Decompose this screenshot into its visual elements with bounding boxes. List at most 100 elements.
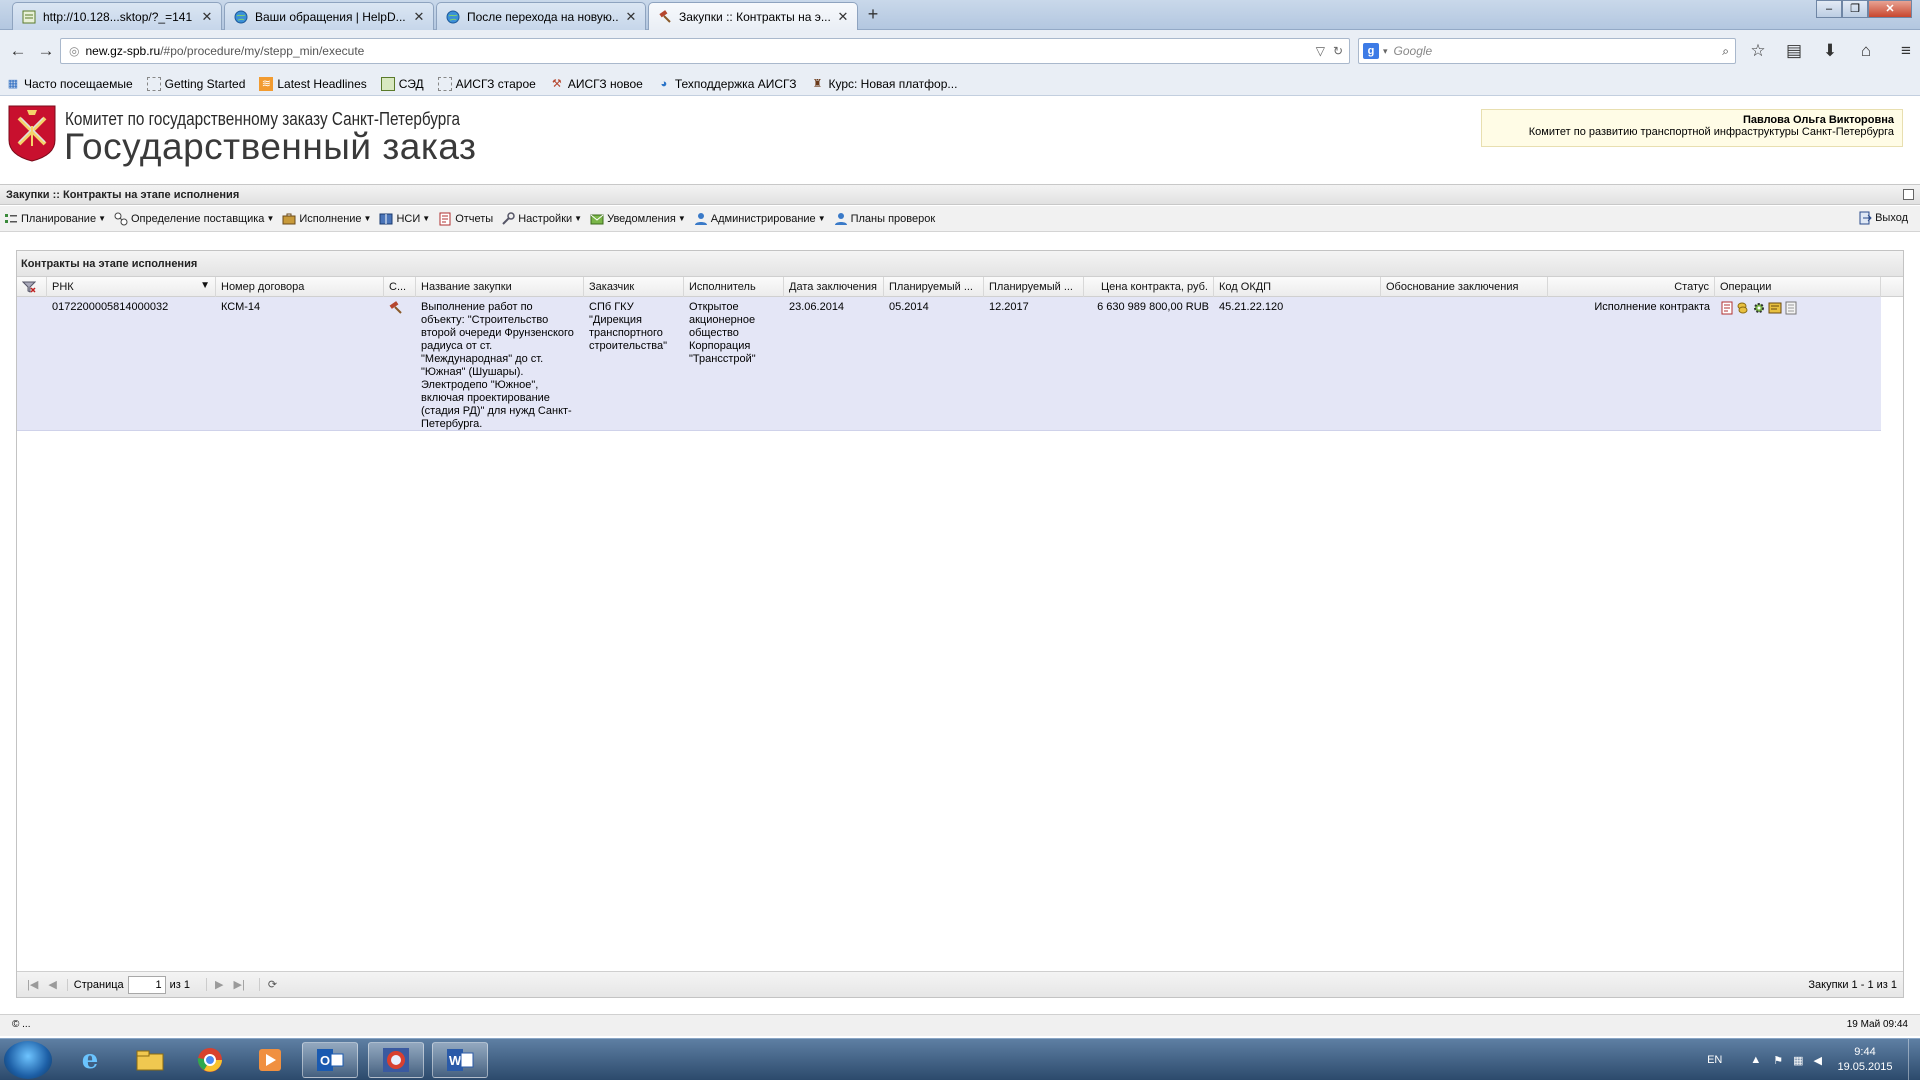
page-number-input[interactable]: 1: [127, 975, 166, 994]
menu-item-administration[interactable]: Администрирование ▼: [694, 212, 826, 226]
search-icon[interactable]: ⌕: [1722, 44, 1729, 59]
show-hidden-icons[interactable]: ▲: [1750, 1054, 1761, 1066]
media-player-icon[interactable]: [242, 1042, 298, 1078]
new-tab-button[interactable]: +: [862, 4, 884, 25]
browser-tab-active[interactable]: Закупки :: Контракты на э... ✕: [648, 2, 858, 31]
menu-item-supplier-determination[interactable]: Определение поставщика ▼: [114, 212, 274, 226]
menu-icon[interactable]: ≡: [1888, 38, 1920, 64]
next-page-icon[interactable]: ▶: [206, 978, 224, 991]
view-document-icon[interactable]: [1720, 301, 1734, 319]
minimize-button[interactable]: –: [1816, 0, 1842, 18]
column-header-basis[interactable]: Обоснование заключения: [1381, 277, 1548, 297]
close-icon[interactable]: ✕: [413, 9, 425, 25]
clear-filter-icon[interactable]: [17, 277, 47, 297]
browser-tab[interactable]: http://10.128...sktop/?_=141 ✕: [12, 2, 222, 30]
column-header-customer[interactable]: Заказчик: [584, 277, 684, 297]
dropdown-arrow-icon[interactable]: ▽: [1316, 44, 1325, 58]
downloads-icon[interactable]: ⬇: [1812, 38, 1848, 64]
previous-page-icon[interactable]: ◀: [48, 978, 56, 991]
bookmark-item[interactable]: СЭД: [375, 76, 424, 91]
last-page-icon[interactable]: ▶|: [234, 978, 245, 991]
column-header-planned-end[interactable]: Планируемый ...: [984, 277, 1084, 297]
bookmark-item[interactable]: ▦ Часто посещаемые: [0, 77, 133, 91]
bookmark-item[interactable]: ⚒ АИСГЗ новое: [544, 77, 643, 91]
filter-icon[interactable]: ▼: [200, 280, 210, 291]
bookmark-star-icon[interactable]: ☆: [1740, 38, 1776, 64]
show-desktop-button[interactable]: [1908, 1039, 1920, 1080]
collapse-panel-button[interactable]: [1903, 189, 1914, 200]
certificate-icon[interactable]: [1768, 301, 1782, 319]
word-icon[interactable]: W: [432, 1042, 488, 1078]
language-indicator[interactable]: EN: [1707, 1054, 1722, 1066]
column-header-executor[interactable]: Исполнитель: [684, 277, 784, 297]
file-explorer-icon[interactable]: [122, 1042, 178, 1078]
menu-item-label: Исполнение: [299, 212, 362, 225]
chevron-down-icon: ▼: [266, 214, 275, 223]
table-row[interactable]: 0172200005814000032 КСМ-14 Выполнение ра…: [17, 297, 1881, 431]
close-icon[interactable]: ✕: [201, 9, 213, 25]
bookmarks-menu-icon[interactable]: ▤: [1776, 38, 1812, 64]
column-header-contract-number[interactable]: Номер договора: [216, 277, 384, 297]
site-title: Государственный заказ: [64, 126, 477, 167]
menu-item-inspection-plans[interactable]: Планы проверок: [834, 212, 936, 226]
bookmark-item[interactable]: АИСГЗ старое: [432, 76, 536, 91]
window-close-button[interactable]: ✕: [1868, 0, 1912, 18]
bookmark-item[interactable]: ◕ Техподдержка АИСГЗ: [651, 77, 797, 91]
hammer-icon[interactable]: [384, 297, 416, 323]
column-header-rnk[interactable]: РНК ▼: [47, 277, 216, 297]
reload-icon[interactable]: ↻: [1333, 44, 1343, 58]
column-header-planned-start[interactable]: Планируемый ...: [884, 277, 984, 297]
bookmark-item[interactable]: Getting Started: [141, 76, 245, 91]
network-icon[interactable]: ▦: [1793, 1054, 1803, 1067]
menu-item-reports[interactable]: Отчеты: [438, 212, 493, 226]
chrome-icon[interactable]: [182, 1042, 238, 1078]
chevron-down-icon: ▼: [422, 214, 431, 223]
google-icon[interactable]: g: [1363, 43, 1379, 59]
home-icon[interactable]: ⌂: [1848, 38, 1884, 64]
coat-of-arms-logo: [7, 104, 57, 162]
column-header-procurement-name[interactable]: Название закупки: [416, 277, 584, 297]
search-engine-dropdown-icon[interactable]: ▾: [1383, 46, 1388, 57]
site-identity-icon[interactable]: ◎: [69, 44, 79, 58]
address-bar[interactable]: ◎ new.gz-spb.ru /#po/procedure/my/stepp_…: [60, 38, 1350, 64]
envelope-icon: [590, 212, 604, 226]
start-button[interactable]: [4, 1041, 52, 1079]
menu-item-planning[interactable]: Планирование ▼: [4, 212, 106, 226]
column-header-s[interactable]: С...: [384, 277, 416, 297]
close-icon[interactable]: ✕: [837, 9, 849, 25]
menu-item-execution[interactable]: Исполнение ▼: [282, 212, 371, 226]
bookmark-item[interactable]: ≋ Latest Headlines: [253, 76, 367, 91]
column-header-label: Цена контракта, руб.: [1101, 281, 1208, 293]
menu-item-settings[interactable]: Настройки ▼: [501, 211, 582, 226]
page-title-bar: Закупки :: Контракты на этапе исполнения: [0, 184, 1920, 205]
volume-icon[interactable]: ◀: [1814, 1054, 1822, 1067]
flag-icon[interactable]: ⚑: [1773, 1054, 1783, 1067]
column-header-price[interactable]: Цена контракта, руб.: [1084, 277, 1214, 297]
refresh-icon[interactable]: ⟳: [258, 978, 277, 991]
menu-item-label: Планы проверок: [850, 212, 936, 225]
browser-tab[interactable]: Ваши обращения | HelpD... ✕: [224, 2, 434, 30]
coins-icon[interactable]: [1736, 301, 1750, 319]
firefox-icon[interactable]: [368, 1042, 424, 1078]
first-page-icon[interactable]: |◀: [27, 978, 38, 991]
bookmark-item[interactable]: ♜ Курс: Новая платфор...: [804, 77, 958, 91]
column-header-status[interactable]: Статус: [1548, 277, 1715, 297]
back-button[interactable]: ←: [6, 39, 30, 63]
close-icon[interactable]: ✕: [625, 9, 637, 25]
internet-explorer-icon[interactable]: e: [62, 1042, 118, 1078]
browser-tab[interactable]: После перехода на новую... ✕: [436, 2, 646, 30]
clock[interactable]: 9:44 19.05.2015: [1830, 1045, 1900, 1075]
search-input[interactable]: g ▾ Google ⌕: [1358, 38, 1736, 64]
column-header-okdp[interactable]: Код ОКДП: [1214, 277, 1381, 297]
settings-gear-icon[interactable]: [1752, 301, 1766, 319]
menu-item-nsi[interactable]: НСИ ▼: [379, 212, 430, 226]
bookmark-label: АИСГЗ новое: [567, 76, 643, 91]
logout-button[interactable]: Выход: [1858, 211, 1908, 225]
outlook-icon[interactable]: O: [302, 1042, 358, 1078]
column-header-date-signed[interactable]: Дата заключения: [784, 277, 884, 297]
forward-button[interactable]: →: [34, 39, 58, 63]
notes-icon[interactable]: [1784, 301, 1798, 319]
menu-item-notifications[interactable]: Уведомления ▼: [590, 212, 686, 226]
column-header-operations[interactable]: Операции: [1715, 277, 1881, 297]
maximize-button[interactable]: ❐: [1842, 0, 1868, 18]
